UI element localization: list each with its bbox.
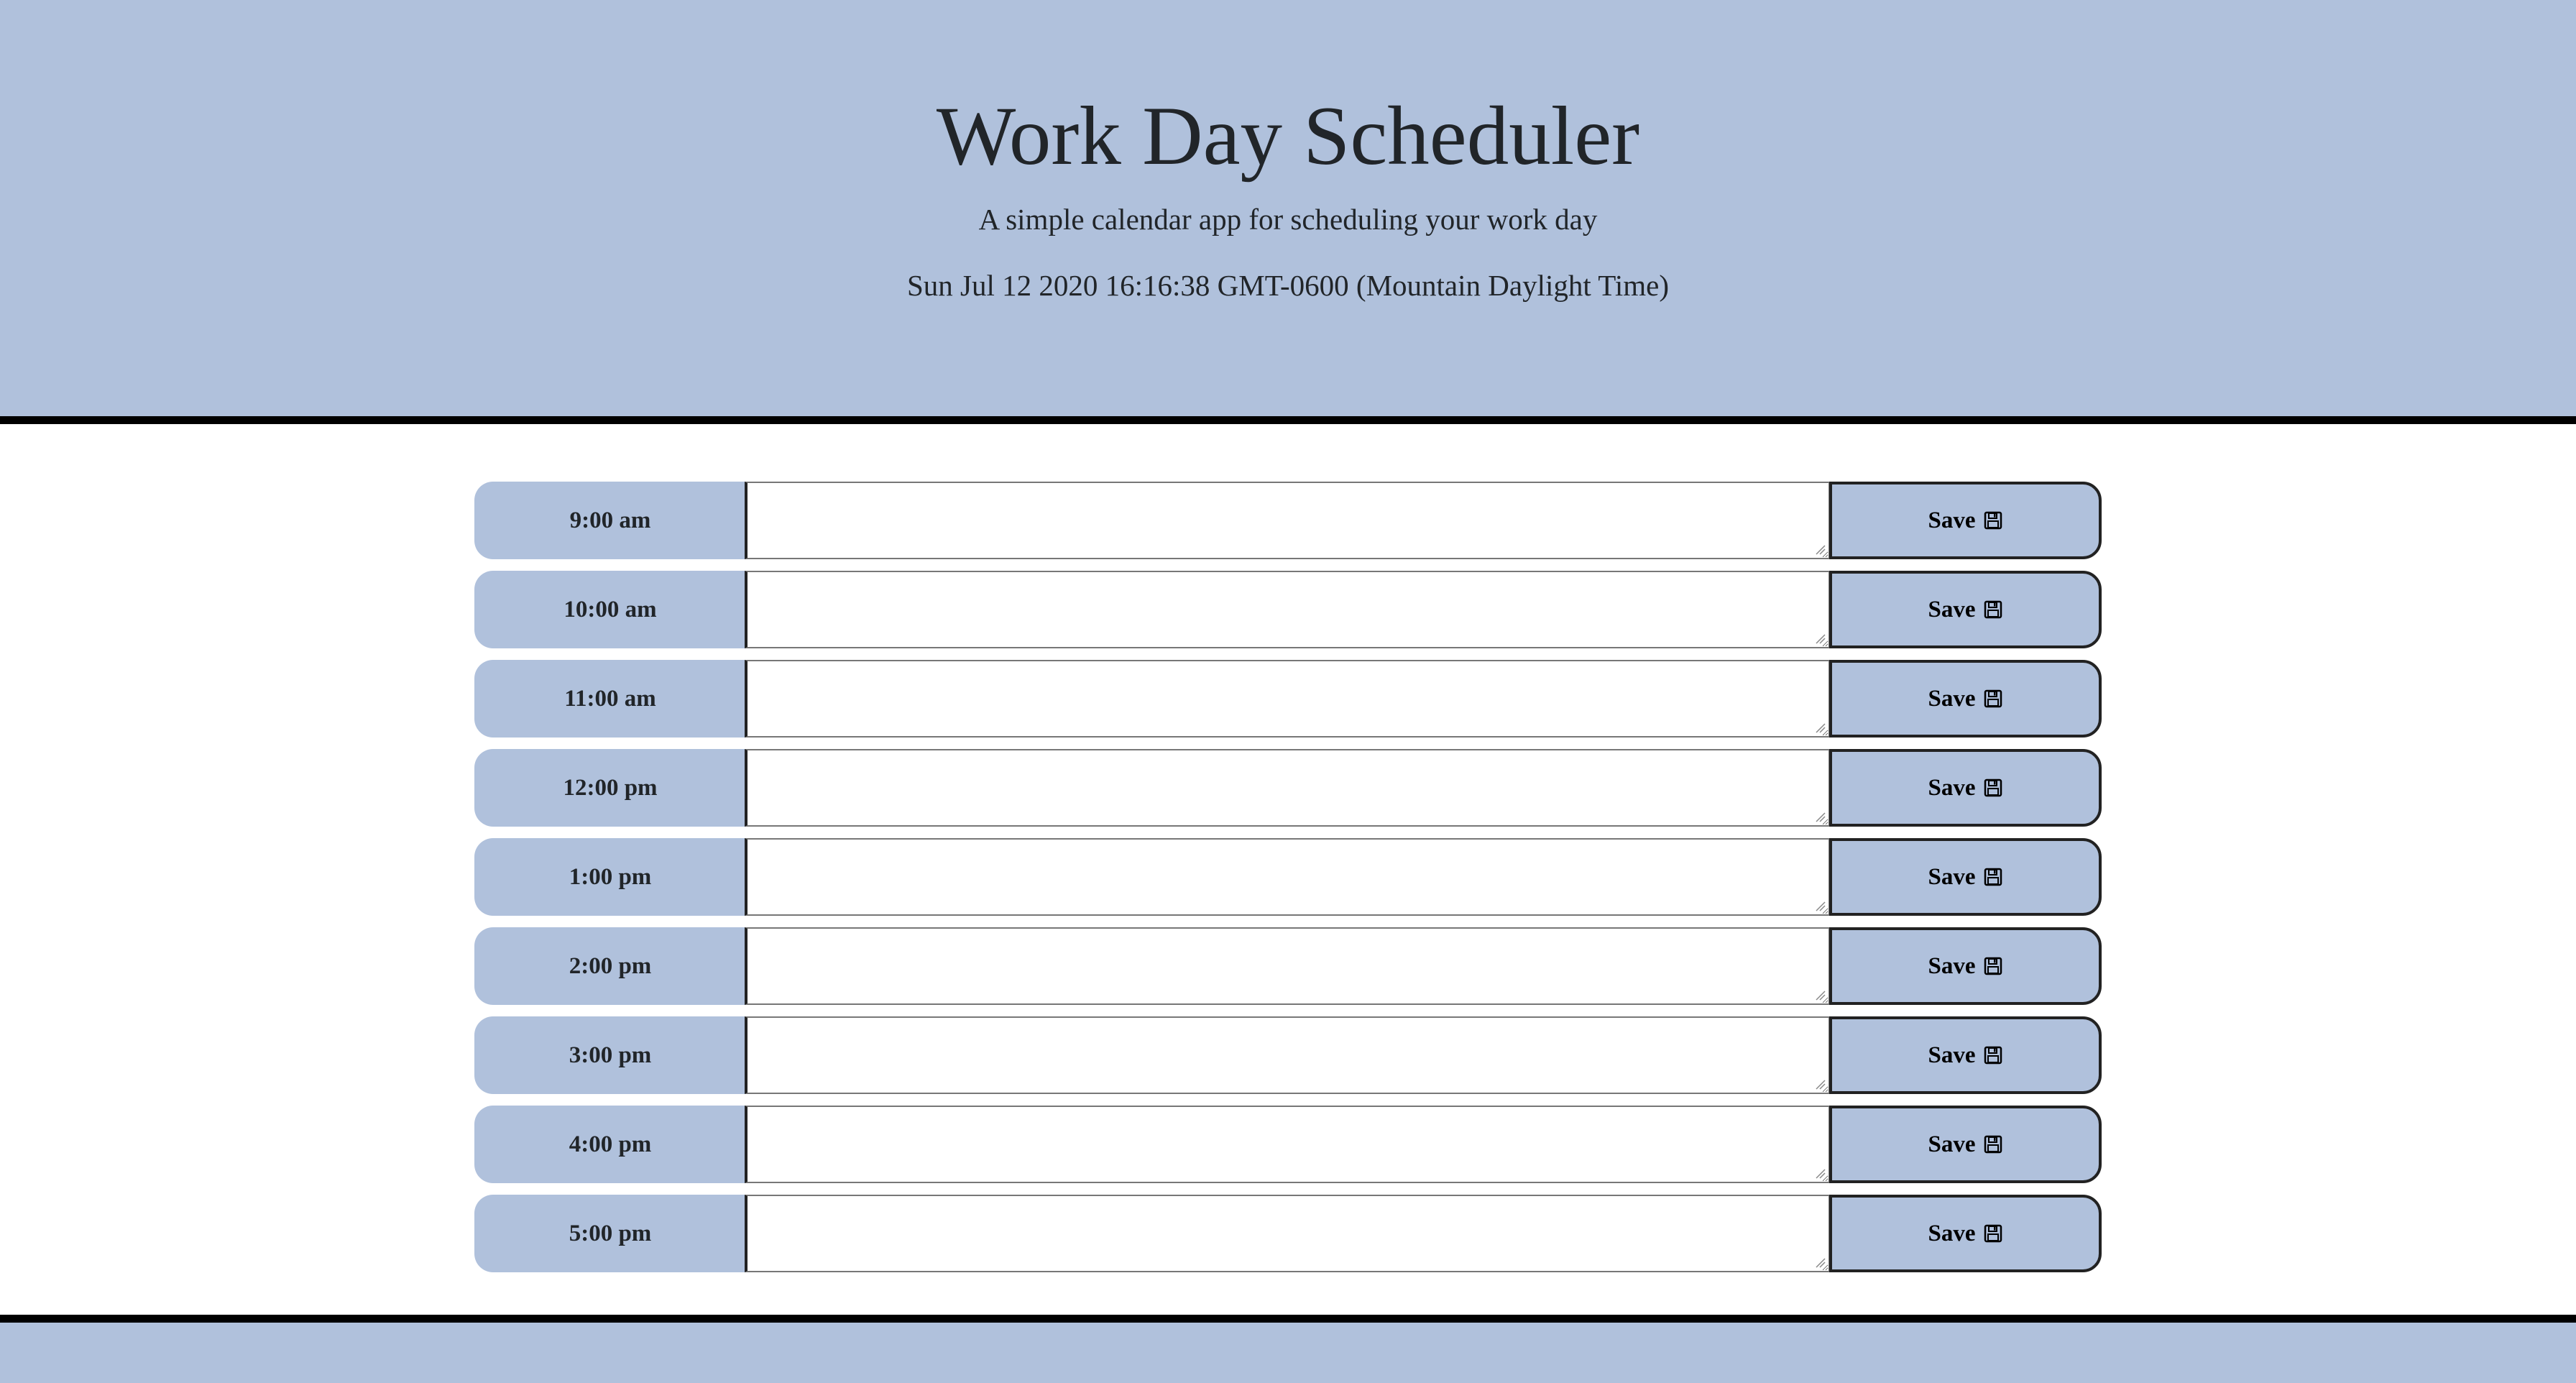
save-icon: [1984, 511, 2002, 530]
description-textarea[interactable]: [745, 749, 1830, 827]
save-icon: [1984, 957, 2002, 975]
description-textarea[interactable]: [745, 660, 1830, 738]
description-textarea[interactable]: [745, 482, 1830, 559]
save-icon: [1984, 1224, 2002, 1243]
current-day: Sun Jul 12 2020 16:16:38 GMT-0600 (Mount…: [907, 269, 1669, 302]
description-textarea[interactable]: [745, 927, 1830, 1005]
description-textarea[interactable]: [745, 1195, 1830, 1272]
time-block-row: 2:00 pm Save: [474, 927, 2102, 1005]
hour-label: 1:00 pm: [474, 838, 746, 916]
description-textarea[interactable]: [745, 838, 1830, 916]
save-button[interactable]: Save: [1829, 1016, 2102, 1094]
save-button-label: Save: [1928, 507, 1976, 533]
save-icon: [1984, 778, 2002, 797]
time-block-row: 11:00 am Save: [474, 660, 2102, 738]
save-button-label: Save: [1928, 774, 1976, 801]
page-subtitle: A simple calendar app for scheduling you…: [978, 203, 1598, 236]
hour-label: 5:00 pm: [474, 1195, 746, 1272]
time-block-row: 9:00 am Save: [474, 482, 2102, 559]
time-block-row: 12:00 pm Save: [474, 749, 2102, 827]
save-button[interactable]: Save: [1829, 749, 2102, 827]
scheduler-container: 9:00 am Save 10:00 am Save 11:00 am Save…: [474, 482, 2102, 1284]
save-button[interactable]: Save: [1829, 571, 2102, 648]
time-block-row: 4:00 pm Save: [474, 1106, 2102, 1183]
save-button-label: Save: [1928, 1220, 1976, 1246]
save-button[interactable]: Save: [1829, 1106, 2102, 1183]
save-icon: [1984, 1046, 2002, 1065]
hour-label: 2:00 pm: [474, 927, 746, 1005]
save-button[interactable]: Save: [1829, 660, 2102, 738]
hour-label: 3:00 pm: [474, 1016, 746, 1094]
hour-label: 10:00 am: [474, 571, 746, 648]
time-block-row: 3:00 pm Save: [474, 1016, 2102, 1094]
time-block-row: 1:00 pm Save: [474, 838, 2102, 916]
save-icon: [1984, 868, 2002, 886]
save-icon: [1984, 1135, 2002, 1154]
description-textarea[interactable]: [745, 1016, 1830, 1094]
time-block-row: 10:00 am Save: [474, 571, 2102, 648]
footer-bar: [0, 1315, 2576, 1383]
description-textarea[interactable]: [745, 1106, 1830, 1183]
save-button[interactable]: Save: [1829, 1195, 2102, 1272]
save-button-label: Save: [1928, 1131, 1976, 1157]
save-button-label: Save: [1928, 952, 1976, 979]
page-title: Work Day Scheduler: [936, 90, 1640, 183]
save-icon: [1984, 689, 2002, 708]
hour-label: 12:00 pm: [474, 749, 746, 827]
save-button[interactable]: Save: [1829, 482, 2102, 559]
time-block-row: 5:00 pm Save: [474, 1195, 2102, 1272]
save-button[interactable]: Save: [1829, 838, 2102, 916]
hour-label: 4:00 pm: [474, 1106, 746, 1183]
hour-label: 11:00 am: [474, 660, 746, 738]
hour-label: 9:00 am: [474, 482, 746, 559]
save-button-label: Save: [1928, 596, 1976, 622]
save-button[interactable]: Save: [1829, 927, 2102, 1005]
description-textarea[interactable]: [745, 571, 1830, 648]
save-button-label: Save: [1928, 1042, 1976, 1068]
save-button-label: Save: [1928, 863, 1976, 890]
save-button-label: Save: [1928, 685, 1976, 712]
save-icon: [1984, 600, 2002, 619]
header-jumbotron: Work Day Scheduler A simple calendar app…: [0, 0, 2576, 424]
